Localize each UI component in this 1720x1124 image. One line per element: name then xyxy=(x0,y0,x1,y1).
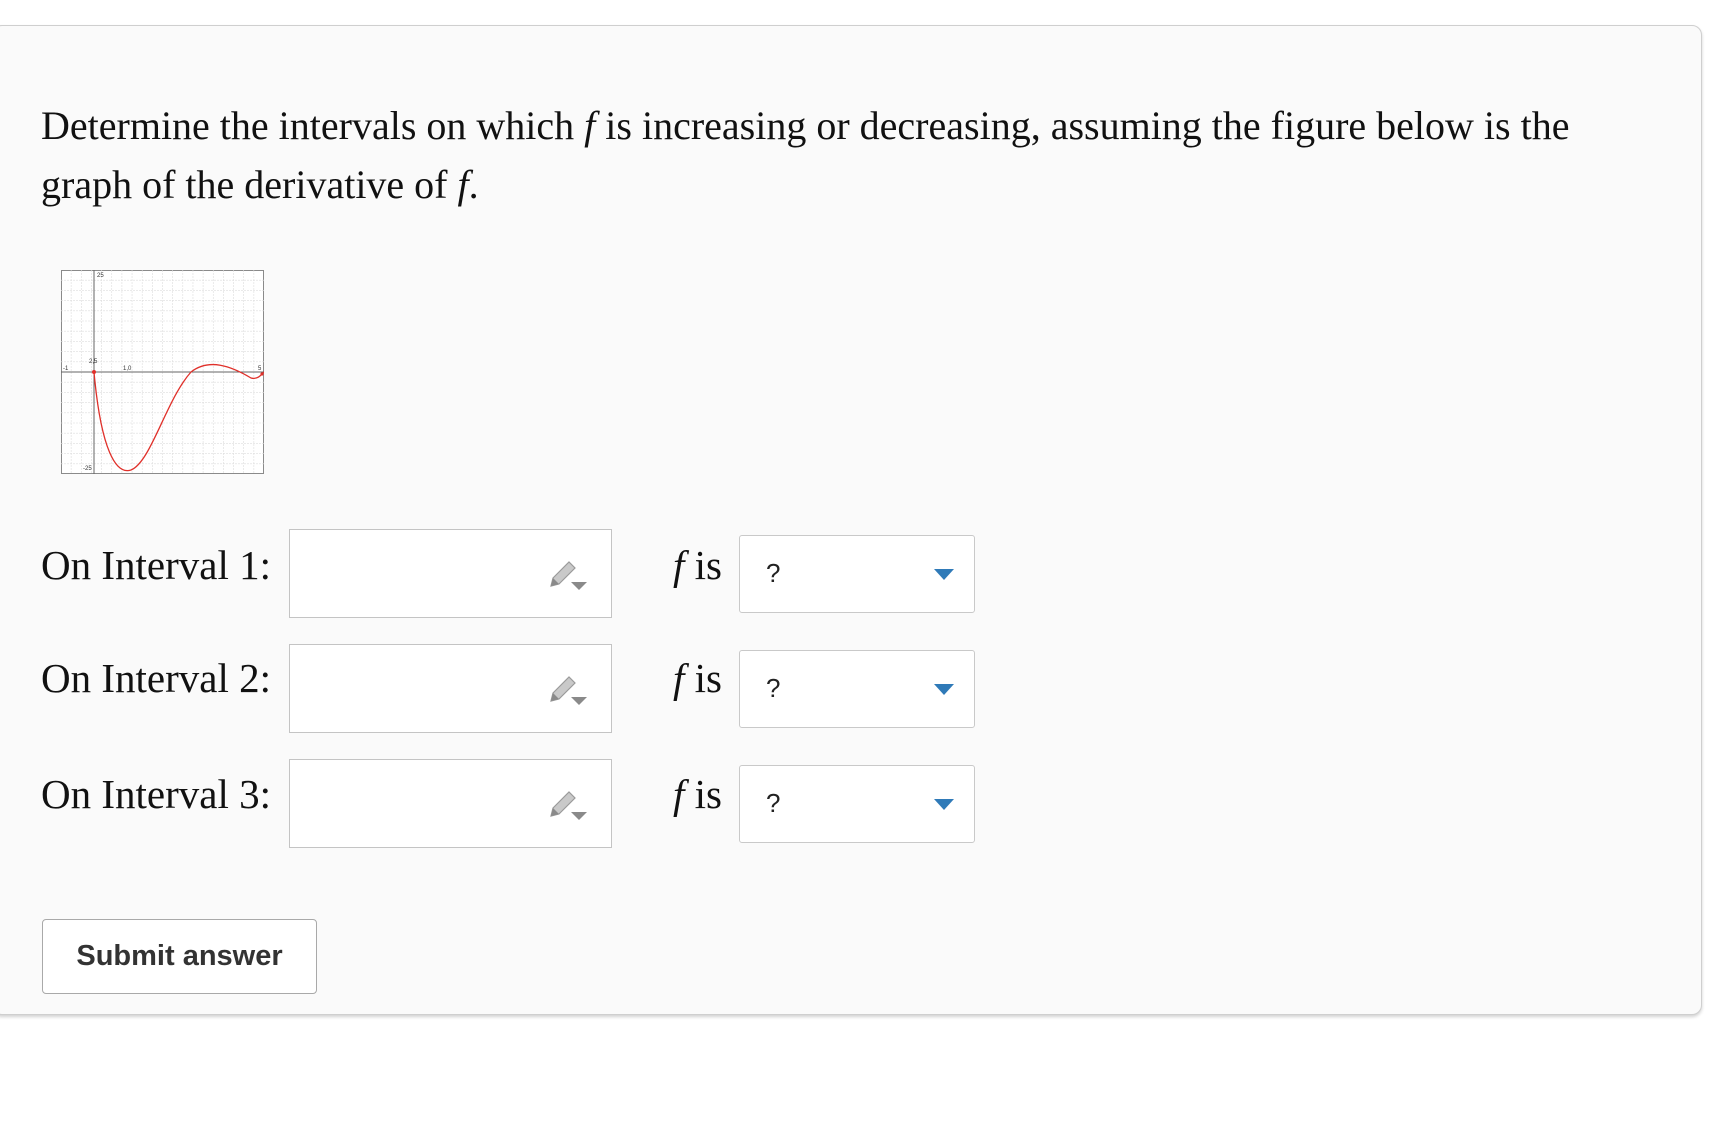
interval-2-label: On Interval 2: xyxy=(41,655,271,701)
interval-3-input[interactable] xyxy=(300,770,534,838)
interval-2-input[interactable] xyxy=(300,655,534,723)
interval-2-behavior-select[interactable]: ? xyxy=(739,650,975,728)
caret-down-icon xyxy=(934,569,954,580)
pencil-dropdown-icon[interactable] xyxy=(547,788,589,824)
tick-label-x-left: -1 xyxy=(63,366,69,372)
interval-3-behavior-select[interactable]: ? xyxy=(739,765,975,843)
f-symbol: f xyxy=(673,771,685,817)
curve-start-point xyxy=(92,370,96,374)
interval-1-answer-field[interactable] xyxy=(289,529,612,618)
curve-end-point xyxy=(260,372,264,376)
question-card: Determine the intervals on which f is in… xyxy=(0,25,1702,1015)
pencil-dropdown-icon[interactable] xyxy=(547,673,589,709)
caret-down-icon xyxy=(934,799,954,810)
interval-2-answer-field[interactable] xyxy=(289,644,612,733)
interval-3-f-is: f is xyxy=(673,770,722,818)
interval-3-select-value: ? xyxy=(766,788,781,818)
tick-label-y-bottom: -25 xyxy=(83,466,92,472)
is-word: is xyxy=(684,771,723,817)
f-symbol: f xyxy=(673,655,685,701)
f-symbol: f xyxy=(584,103,596,148)
f-symbol: f xyxy=(673,542,685,588)
tick-label-y-top: 25 xyxy=(97,273,104,279)
interval-2-f-is: f is xyxy=(673,654,722,702)
question-prompt: Determine the intervals on which f is in… xyxy=(41,96,1601,214)
is-word: is xyxy=(684,542,723,588)
interval-1-label: On Interval 1: xyxy=(41,542,271,588)
pencil-dropdown-icon[interactable] xyxy=(547,558,589,594)
prompt-text-3: . xyxy=(468,162,479,207)
interval-3-label: On Interval 3: xyxy=(41,771,271,817)
derivative-graph: 25 -25 -1 5 2,5 1,0 xyxy=(61,270,264,474)
interval-1-behavior-select[interactable]: ? xyxy=(739,535,975,613)
interval-1-input[interactable] xyxy=(300,540,534,608)
interval-2-select-value: ? xyxy=(766,673,781,703)
tick-label-point-a: 2,5 xyxy=(89,359,98,365)
f-symbol: f xyxy=(457,162,469,207)
submit-answer-button[interactable]: Submit answer xyxy=(42,919,317,994)
tick-label-point-b: 1,0 xyxy=(123,366,132,372)
caret-down-icon xyxy=(934,684,954,695)
prompt-text-1: Determine the intervals on which xyxy=(41,103,585,148)
interval-1-select-value: ? xyxy=(766,558,781,588)
interval-3-answer-field[interactable] xyxy=(289,759,612,848)
is-word: is xyxy=(684,655,723,701)
interval-1-f-is: f is xyxy=(673,541,722,589)
